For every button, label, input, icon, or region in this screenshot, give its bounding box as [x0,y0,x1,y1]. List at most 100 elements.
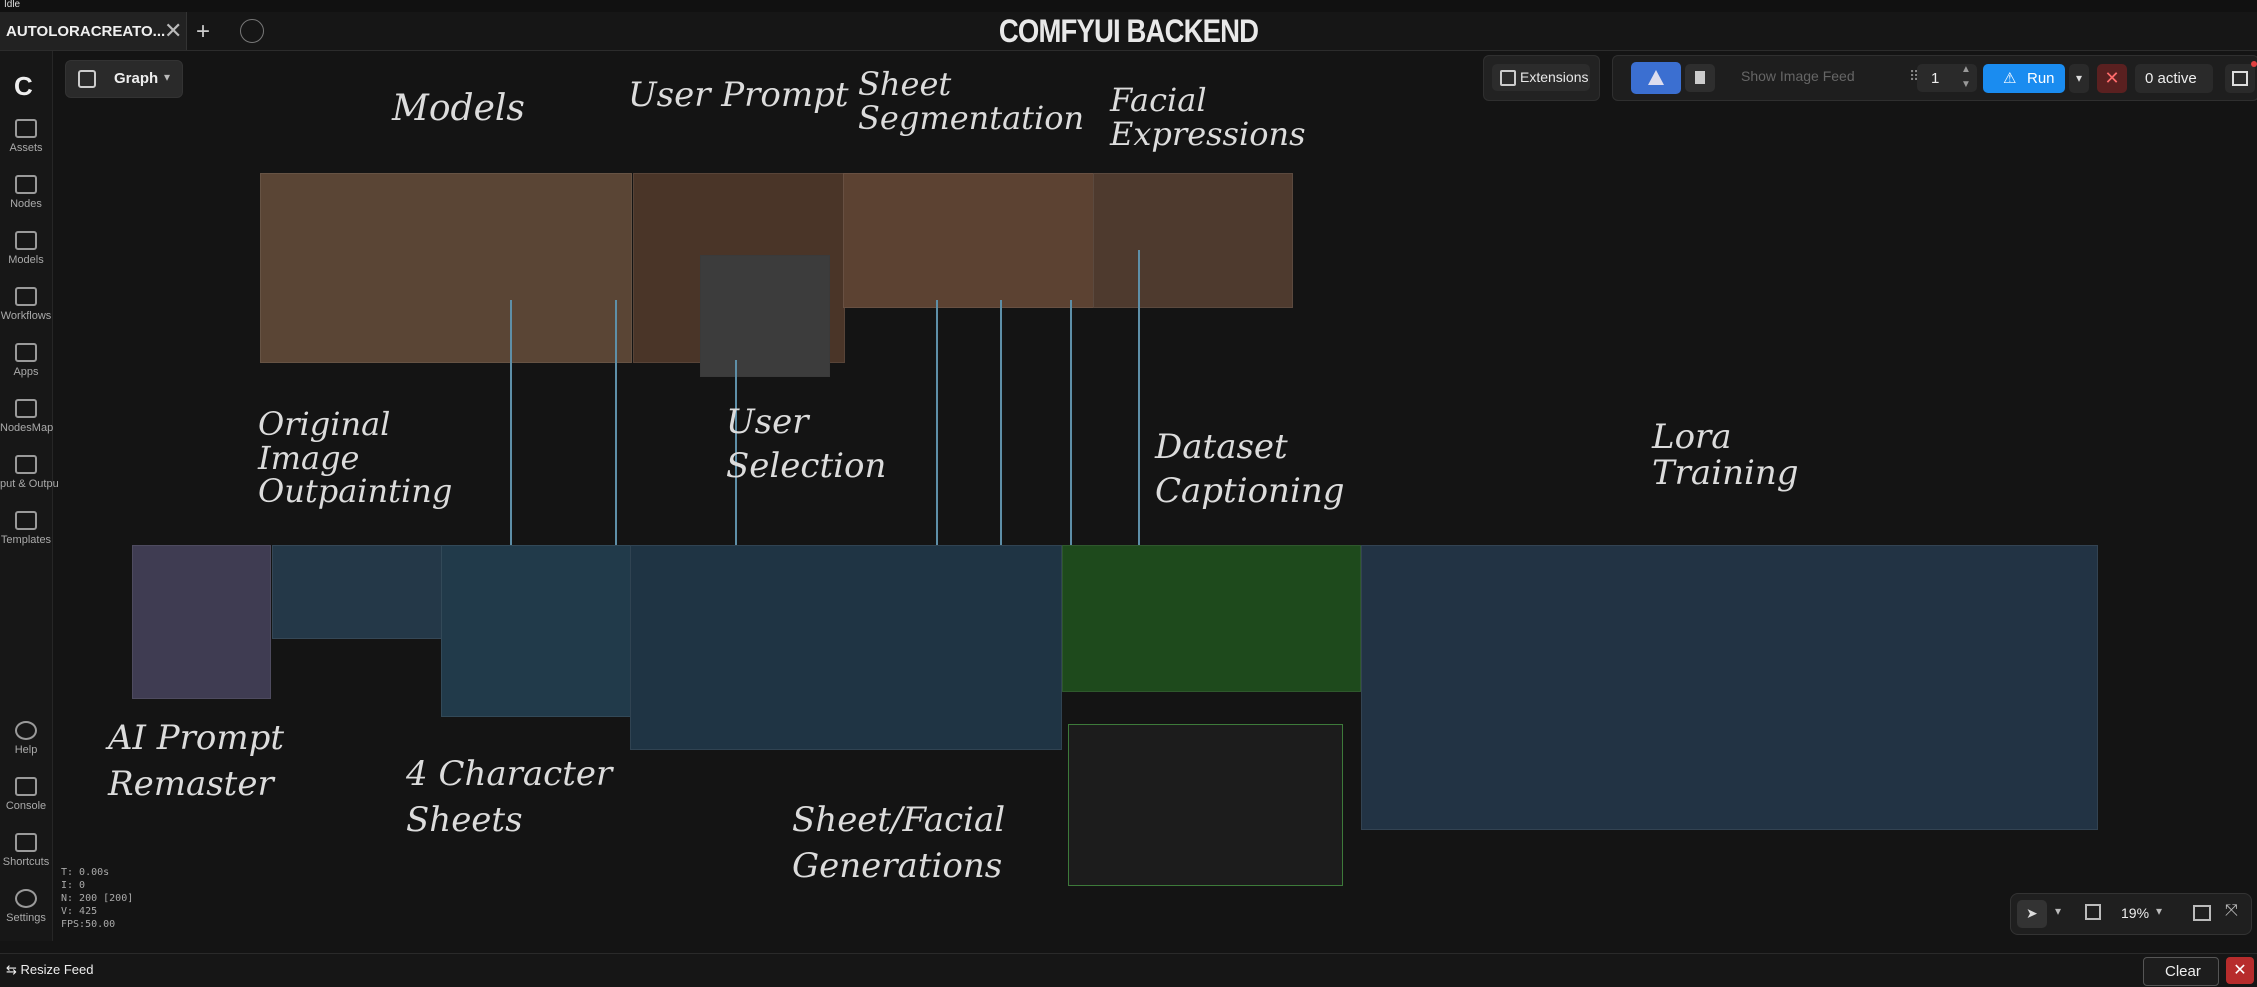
render-stats: T: 0.00s I: 0 N: 200 [200] V: 425 FPS:50… [61,866,133,931]
group-sheet-segmentation[interactable] [843,173,1095,308]
sidebar-item-apps[interactable]: Apps [0,343,52,378]
select-tool-button[interactable]: ➤ [2017,900,2047,928]
group-dataset-captioning[interactable] [1062,545,1361,692]
toggle-right-panel-button[interactable] [2225,61,2257,93]
sidebar-item-shortcuts[interactable]: Shortcuts [0,833,52,868]
batch-count-input[interactable]: 1 ▲ ▼ [1917,64,1977,92]
sidebar-item-label: Help [14,744,38,756]
resize-feed-label: Resize Feed [20,962,94,977]
annotation-sheet-segmentation: Sheet Segmentation [858,65,1085,137]
caption-preview-node[interactable] [1068,724,1343,886]
annotation-facial-expressions: Facial Expressions [1110,81,1306,153]
node-icon [15,175,37,194]
bookmark-icon [1695,71,1705,84]
zoom-level[interactable]: 19% [2121,905,2149,921]
image-io-icon [15,455,37,474]
stat-nodes: N: 200 [200] [61,893,134,904]
group-ai-prompt-remaster[interactable] [132,545,271,699]
hide-links-icon[interactable]: ⤧ [2225,902,2238,920]
bookmark-button[interactable] [1685,64,1715,92]
console-icon [15,777,37,796]
run-button[interactable]: ⚠ Run [1983,64,2065,93]
graph-icon [78,70,96,88]
sidebar-item-label: Settings [6,912,46,924]
link-wire [936,300,938,545]
group-lora-training[interactable] [1361,545,2098,830]
run-options-chevron-icon[interactable]: ▾ [2069,64,2089,93]
annotation-original-outpainting: Original Image Outpainting [258,405,453,511]
annotation-dataset-captioning: Dataset Captioning [1155,427,1345,512]
sidebar-item-console[interactable]: Console [0,777,52,812]
sidebar-item-label: Console [5,800,47,812]
chevron-down-icon[interactable]: ▾ [2055,904,2061,918]
sidebar-item-nodes[interactable]: Nodes [0,175,52,210]
annotation-user-prompt: User Prompt [628,75,849,115]
status-text: Idle [4,0,21,10]
user-selection-node[interactable] [700,255,830,377]
left-sidebar: C Assets Nodes Models Workflows Apps Nod… [0,51,59,941]
group-sheet-facial-generations[interactable] [630,545,1062,750]
help-icon [15,721,37,740]
chevron-down-icon[interactable]: ▾ [2156,904,2162,918]
group-character-sheets[interactable] [441,545,631,717]
chevron-down-icon: ▾ [164,70,171,84]
stepper-down-icon[interactable]: ▼ [1961,79,1971,90]
sidebar-item-models[interactable]: Models [0,231,52,266]
stat-v: V: 425 [61,906,98,917]
queue-panel-button[interactable] [1631,62,1681,94]
sidebar-item-workflows[interactable]: Workflows [0,287,52,322]
graph-mode-label: Graph [114,70,159,87]
stepper-up-icon[interactable]: ▲ [1961,64,1971,75]
group-facial-expressions[interactable] [1093,173,1293,308]
annotation-user-selection: User Selection [726,402,887,487]
graph-mode-button[interactable]: Graph ▾ [65,60,183,98]
sidebar-item-label: Apps [13,366,39,378]
sidebar-item-label: NodesMap [0,422,54,434]
group-models[interactable] [260,173,632,363]
sidebar-item-nodesmap[interactable]: NodesMap [0,399,54,434]
workflow-icon [15,287,37,306]
active-queue-count[interactable]: 0 active [2135,64,2213,93]
extensions-toolbar: Extensions [1483,55,1600,101]
workflow-tab-label: AUTOLORACREATO... [6,23,166,40]
extensions-label: Extensions [1520,69,1589,85]
cancel-run-button[interactable]: ✕ [2097,64,2127,93]
keyboard-icon [15,833,37,852]
link-wire [615,300,617,545]
apps-icon [15,343,37,362]
app-title: COMFYUI BACKEND [998,13,1259,49]
link-wire [1138,250,1140,545]
map-icon [15,399,37,418]
fit-view-icon[interactable] [2085,904,2101,920]
stat-fps: FPS:50.00 [61,919,116,930]
notification-dot [2251,61,2257,67]
sidebar-item-label: put & Outpu [0,478,59,490]
clear-button[interactable]: Clear [2143,957,2219,986]
group-original-outpainting[interactable] [272,545,442,639]
templates-icon [15,511,37,530]
extensions-button[interactable]: Extensions [1492,64,1590,91]
puzzle-icon [1500,70,1516,86]
minimap-icon[interactable] [2193,905,2211,921]
close-feed-button[interactable]: ✕ [2226,957,2254,984]
warning-icon: ⚠ [2003,70,2017,87]
run-toolbar: Show Image Feed ⠿ 1 ▲ ▼ ⚠ Run ▾ ✕ 0 acti… [1612,55,2257,101]
panel-icon [2232,71,2248,86]
sidebar-item-label: Workflows [0,310,52,322]
show-image-feed-toggle[interactable]: Show Image Feed [1741,68,1855,84]
sidebar-item-input-output[interactable]: put & Outpu [0,455,59,490]
sidebar-item-settings[interactable]: Settings [0,889,52,924]
sidebar-item-help[interactable]: Help [0,721,52,756]
link-wire [1000,300,1002,545]
triangle-logo-icon [1648,70,1664,85]
sidebar-item-assets[interactable]: Assets [0,119,52,154]
comfy-logo-icon[interactable]: C [14,71,33,102]
canvas-controls: ➤ ▾ 19% ▾ ⤧ [2010,893,2252,935]
stat-i: I: 0 [61,880,86,891]
run-label: Run [2027,70,2055,87]
clear-label: Clear [2165,963,2201,980]
status-strip: Idle [0,0,2257,12]
sidebar-item-templates[interactable]: Templates [0,511,52,546]
resize-feed-button[interactable]: ⇆ Resize Feed [6,962,94,978]
gear-icon [15,889,37,908]
